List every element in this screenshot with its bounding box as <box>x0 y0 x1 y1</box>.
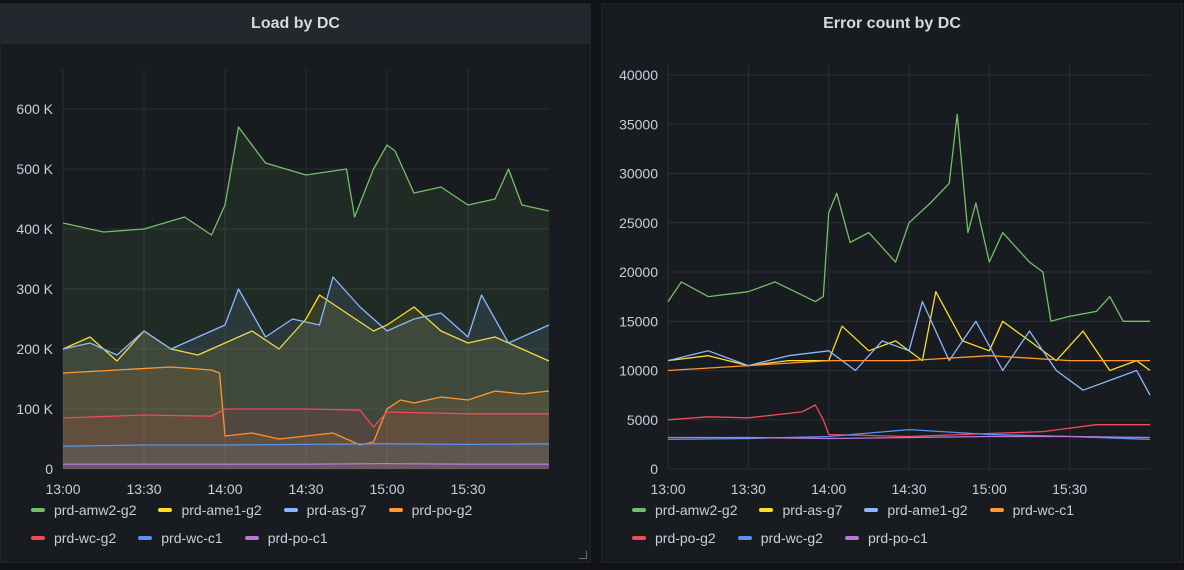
y-tick-label: 0 <box>650 461 658 477</box>
legend-item-prd-amw2-g2[interactable]: prd-amw2-g2 <box>632 502 737 518</box>
error-chart[interactable]: 0 5000 10000 15000 20000 25000 30000 35000 40000… <box>602 4 1184 564</box>
x-tick-label: 14:00 <box>207 481 242 497</box>
x-tick-label: 13:00 <box>650 481 685 497</box>
legend-swatch <box>138 536 153 540</box>
error-legend: prd-amw2-g2 prd-as-g7 prd-ame1-g2 prd-wc-c1… <box>632 502 1172 546</box>
legend-item-prd-amw2-g2[interactable]: prd-amw2-g2 <box>31 502 136 518</box>
grid <box>667 65 1150 470</box>
x-tick-label: 13:30 <box>126 481 161 497</box>
legend-swatch <box>283 508 298 512</box>
legend-label: prd-po-c1 <box>867 530 928 546</box>
legend-label: prd-po-g2 <box>411 502 473 518</box>
legend-label: prd-as-g7 <box>782 502 843 518</box>
y-tick-label: 25000 <box>619 215 658 231</box>
legend-swatch <box>759 508 774 512</box>
legend-item-prd-ame1-g2[interactable]: prd-ame1-g2 <box>158 502 262 518</box>
x-tick-label: 15:30 <box>1052 481 1087 497</box>
legend-swatch <box>737 536 752 540</box>
y-tick-label: 0 <box>45 461 53 477</box>
x-tick-label: 14:00 <box>811 481 846 497</box>
legend-label: prd-amw2-g2 <box>54 502 137 518</box>
x-tick-label: 14:30 <box>891 481 926 497</box>
legend-swatch <box>31 536 45 540</box>
legend-item-prd-po-g2[interactable]: prd-po-g2 <box>388 502 473 518</box>
legend-label: prd-ame1-g2 <box>181 502 262 518</box>
legend-swatch <box>388 508 403 512</box>
x-tick-label: 14:30 <box>288 481 323 497</box>
series-line-prd-po-c1[interactable] <box>63 462 549 465</box>
x-tick-label: 13:00 <box>45 481 80 497</box>
legend-item-prd-wc-g2[interactable]: prd-wc-g2 <box>737 530 823 546</box>
load-legend: prd-amw2-g2 prd-ame1-g2 prd-as-g7 prd-po-g2… <box>31 502 571 546</box>
legend-item-prd-po-g2[interactable]: prd-po-g2 <box>632 530 716 546</box>
legend-label: prd-wc-c1 <box>161 530 223 546</box>
legend-label: prd-as-g7 <box>306 502 367 518</box>
legend-swatch <box>844 536 859 540</box>
y-tick-label: 200 K <box>16 341 53 357</box>
error-panel: Error count by DC 0 5000 10000 15000 20000 25… <box>601 3 1183 563</box>
legend-item-prd-wc-c1[interactable]: prd-wc-c1 <box>989 502 1075 518</box>
legend-label: prd-ame1-g2 <box>887 502 968 518</box>
x-tick-label: 15:00 <box>369 481 404 497</box>
legend-swatch <box>632 536 646 540</box>
legend-swatch <box>632 508 646 512</box>
x-tick-label: 15:30 <box>450 481 485 497</box>
legend-item-prd-wc-c1[interactable]: prd-wc-c1 <box>138 530 223 546</box>
y-tick-label: 15000 <box>619 313 658 329</box>
legend-item-prd-wc-g2[interactable]: prd-wc-g2 <box>31 530 116 546</box>
y-tick-label: 100 K <box>16 401 53 417</box>
legend-label: prd-wc-c1 <box>1012 502 1075 518</box>
y-tick-label: 400 K <box>16 221 53 237</box>
y-tick-label: 600 K <box>16 101 53 117</box>
y-tick-label: 500 K <box>16 161 53 177</box>
legend-item-prd-ame1-g2[interactable]: prd-ame1-g2 <box>864 502 968 518</box>
legend-swatch <box>864 508 879 512</box>
y-tick-label: 35000 <box>619 116 658 132</box>
resize-handle[interactable] <box>579 551 587 559</box>
legend-label: prd-wc-g2 <box>760 530 823 546</box>
legend-item-prd-po-c1[interactable]: prd-po-c1 <box>844 530 928 546</box>
x-tick-label: 13:30 <box>731 481 766 497</box>
legend-swatch <box>989 508 1004 512</box>
legend-item-prd-as-g7[interactable]: prd-as-g7 <box>759 502 842 518</box>
y-tick-label: 5000 <box>627 412 658 428</box>
legend-item-prd-po-c1[interactable]: prd-po-c1 <box>244 530 328 546</box>
y-tick-label: 10000 <box>619 363 658 379</box>
y-tick-label: 40000 <box>619 67 658 83</box>
legend-label: prd-po-c1 <box>267 530 328 546</box>
legend-label: prd-amw2-g2 <box>655 502 738 518</box>
legend-label: prd-wc-g2 <box>54 530 117 546</box>
legend-label: prd-po-g2 <box>655 530 716 546</box>
legend-swatch <box>244 536 259 540</box>
y-tick-label: 20000 <box>619 264 658 280</box>
load-panel: Load by DC 0 100 K 200 K 300 K 400 K 500 K 600… <box>0 3 591 563</box>
y-tick-label: 300 K <box>16 281 53 297</box>
load-chart[interactable]: 0 100 K 200 K 300 K 400 K 500 K 600 K 13:00 13:3… <box>1 4 592 564</box>
legend-item-prd-as-g7[interactable]: prd-as-g7 <box>283 502 367 518</box>
y-tick-label: 30000 <box>619 166 658 182</box>
legend-swatch <box>158 508 173 512</box>
x-tick-label: 15:00 <box>972 481 1007 497</box>
legend-swatch <box>31 508 45 512</box>
